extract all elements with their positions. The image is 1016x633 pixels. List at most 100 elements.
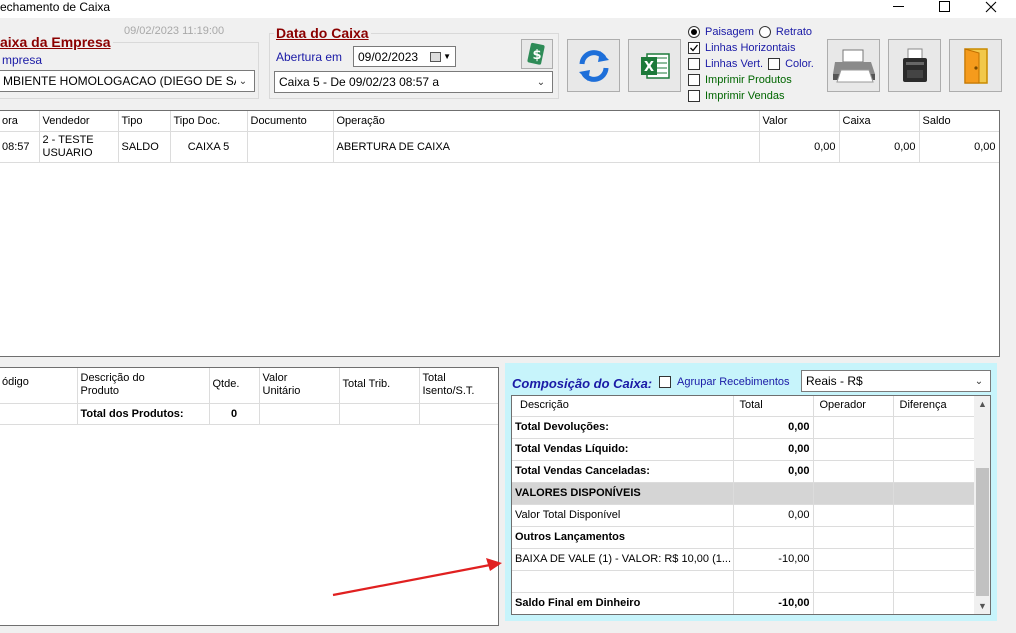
chevron-down-icon: ⌄ <box>974 375 984 387</box>
scroll-down-icon[interactable]: ▼ <box>974 598 990 614</box>
col-tipo[interactable]: Tipo <box>118 111 171 132</box>
movimentos-grid[interactable]: ora Vendedor Tipo Tipo Doc. Documento Op… <box>0 110 1000 357</box>
cell-valor: 0,00 <box>759 131 840 163</box>
col-operador[interactable]: Operador <box>813 396 894 417</box>
agrupar-checkbox[interactable] <box>659 376 671 388</box>
cell-diferenca <box>893 570 975 593</box>
col-diferenca[interactable]: Diferença <box>893 396 975 417</box>
cell-descricao: Total Devoluções: <box>512 416 734 439</box>
color-label: Color. <box>785 58 814 70</box>
total-produtos-label: Total dos Produtos: <box>77 403 210 425</box>
col-total-trib[interactable]: Total Trib. <box>339 368 420 404</box>
paisagem-radio[interactable] <box>688 26 700 38</box>
paisagem-label: Paisagem <box>705 26 754 38</box>
cell-vendedor-line1: 2 - TESTE <box>42 133 94 146</box>
col-qtde[interactable]: Qtde. <box>209 368 260 404</box>
col-valor-unitario[interactable]: Valor Unitário <box>259 368 340 404</box>
svg-text:X: X <box>643 60 653 75</box>
linhas-horizontais-label: Linhas Horizontais <box>705 42 796 54</box>
imprimir-vendas-row: Imprimir Vendas <box>688 88 814 104</box>
empresa-select[interactable]: MBIENTE HOMOLOGACAO (DIEGO DE SAI ⌄ <box>0 70 255 92</box>
checkmark-icon <box>690 44 699 52</box>
col-saldo[interactable]: Saldo <box>919 111 999 132</box>
cell-documento <box>247 131 334 163</box>
exit-button[interactable] <box>949 39 1002 92</box>
composicao-title: Composição do Caixa: <box>512 376 653 391</box>
table-row[interactable]: Saldo Final em Dinheiro -10,00 <box>512 592 975 614</box>
cell-diferenca <box>893 592 975 614</box>
imprimir-vendas-checkbox[interactable] <box>688 90 700 102</box>
cell-descricao: VALORES DISPONÍVEIS <box>512 482 734 505</box>
cell-diferenca <box>893 438 975 461</box>
linhas-horizontais-checkbox[interactable] <box>688 42 700 54</box>
cell-total: 0,00 <box>733 460 814 483</box>
col-isento-line2: Isento/S.T. <box>422 385 475 397</box>
col-total-isento[interactable]: Total Isento/S.T. <box>419 368 498 404</box>
cell-vendedor-line2: USUARIO <box>42 146 93 159</box>
cell-descricao: Valor Total Disponível <box>512 504 734 527</box>
maximize-button[interactable] <box>922 0 968 14</box>
cell-diferenca <box>893 460 975 483</box>
imprimir-produtos-checkbox[interactable] <box>688 74 700 86</box>
scroll-up-icon[interactable]: ▲ <box>974 396 990 413</box>
col-descricao[interactable]: Descrição <box>512 396 734 417</box>
refresh-button[interactable] <box>567 39 620 92</box>
linhas-vert-row: Linhas Vert. Color. <box>688 56 814 72</box>
cell-total <box>733 570 814 593</box>
col-descricao[interactable]: Descrição do Produto <box>77 368 210 404</box>
fiscal-printer-button[interactable] <box>888 39 941 92</box>
orientation-row: Paisagem Retrato <box>688 24 814 40</box>
composicao-grid[interactable]: Descrição Total Operador Diferença Total… <box>511 395 991 615</box>
imprimir-produtos-row: Imprimir Produtos <box>688 72 814 88</box>
table-row[interactable]: Total Vendas Líquido: 0,00 <box>512 438 975 461</box>
cell-vendedor: 2 - TESTE USUARIO <box>39 131 119 163</box>
cell-descricao: Total Vendas Canceladas: <box>512 460 734 483</box>
col-tipo-doc[interactable]: Tipo Doc. <box>170 111 248 132</box>
cell-tipo: SALDO <box>118 131 171 163</box>
abertura-date-picker[interactable]: 09/02/2023 ▼ <box>353 46 456 67</box>
col-valor[interactable]: Valor <box>759 111 840 132</box>
table-row[interactable]: Valor Total Disponível 0,00 <box>512 504 975 527</box>
table-row[interactable] <box>512 570 975 593</box>
cell-diferenca <box>893 482 975 505</box>
scrollbar-thumb[interactable] <box>976 468 989 596</box>
cell-operador <box>813 548 894 571</box>
caixa-select[interactable]: Caixa 5 - De 09/02/23 08:57 a ⌄ <box>274 71 553 93</box>
annotation-arrow-icon <box>332 558 502 597</box>
chevron-down-icon: ⌄ <box>238 75 248 87</box>
moeda-select[interactable]: Reais - R$ ⌄ <box>801 370 991 392</box>
col-codigo[interactable]: ódigo <box>0 368 78 404</box>
col-total[interactable]: Total <box>733 396 814 417</box>
dropdown-arrow-icon[interactable]: ▼ <box>443 52 451 61</box>
cell-total <box>733 526 814 549</box>
col-isento-line1: Total <box>422 372 446 384</box>
color-checkbox[interactable] <box>768 58 781 70</box>
col-documento[interactable]: Documento <box>247 111 334 132</box>
col-operacao[interactable]: Operação <box>333 111 760 132</box>
table-row[interactable]: Total Vendas Canceladas: 0,00 <box>512 460 975 483</box>
print-button[interactable] <box>827 39 880 92</box>
linhas-vert-checkbox[interactable] <box>688 58 700 70</box>
cell-total <box>733 482 814 505</box>
abertura-date-value: 09/02/2023 <box>358 49 419 64</box>
retrato-radio[interactable] <box>758 26 771 38</box>
table-row[interactable]: Total Devoluções: 0,00 <box>512 416 975 439</box>
calendar-icon[interactable] <box>430 51 442 62</box>
table-row[interactable]: 08:57 2 - TESTE USUARIO SALDO CAIXA 5 AB… <box>0 131 999 163</box>
composicao-scrollbar[interactable]: ▲ ▼ <box>974 396 990 614</box>
close-button[interactable] <box>968 0 1014 14</box>
table-row[interactable]: Outros Lançamentos <box>512 526 975 549</box>
linhas-horizontais-row: Linhas Horizontais <box>688 40 814 56</box>
col-caixa[interactable]: Caixa <box>839 111 920 132</box>
empresa-label: mpresa <box>2 53 43 67</box>
col-vendedor[interactable]: Vendedor <box>39 111 119 132</box>
cell-operador <box>813 526 894 549</box>
col-hora[interactable]: ora <box>0 111 40 132</box>
produtos-total-row: Total dos Produtos: 0 <box>0 403 498 425</box>
table-row[interactable]: BAIXA DE VALE (1) - VALOR: R$ 10,00 (1..… <box>512 548 975 571</box>
excel-button[interactable]: X <box>628 39 681 92</box>
money-button[interactable]: $ <box>521 39 553 69</box>
cell-descricao: Outros Lançamentos <box>512 526 734 549</box>
table-row[interactable]: VALORES DISPONÍVEIS <box>512 482 975 505</box>
minimize-button[interactable] <box>876 0 922 14</box>
